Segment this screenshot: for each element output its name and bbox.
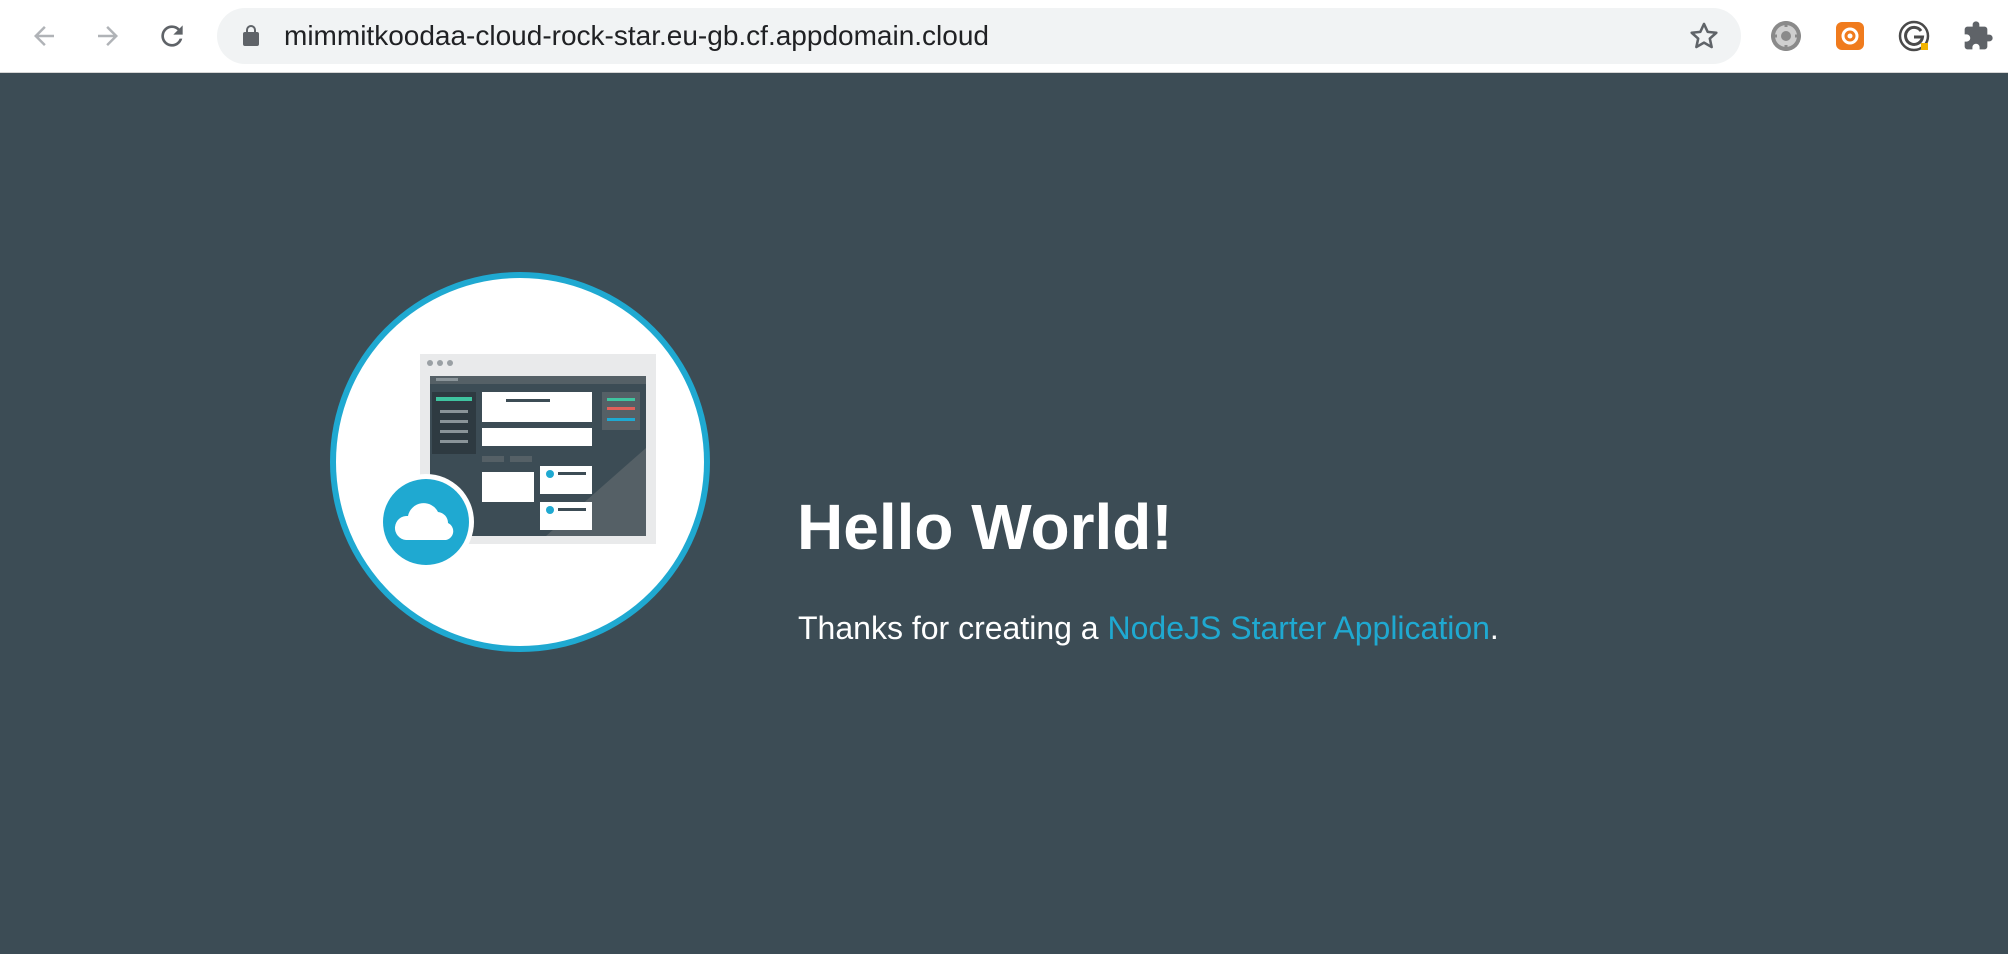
g-extension-icon [1898,20,1930,52]
forward-button[interactable] [82,10,134,62]
page-heading: Hello World! [797,491,1173,563]
message-prefix: Thanks for creating a [798,610,1108,646]
address-bar[interactable]: mimmitkoodaa-cloud-rock-star.eu-gb.cf.ap… [217,8,1741,64]
gear-extension-icon [1771,21,1801,51]
reload-button[interactable] [146,10,198,62]
extensions-button[interactable] [1958,16,1998,56]
puzzle-icon [1964,21,1993,50]
nodejs-starter-link[interactable]: NodeJS Starter Application [1107,610,1489,646]
star-icon[interactable] [1687,19,1721,53]
gear-extension-button[interactable] [1766,16,1806,56]
back-button[interactable] [18,10,70,62]
lock-icon [243,25,259,46]
reload-icon [161,25,183,47]
orange-extension-button[interactable] [1830,16,1870,56]
arrow-left-icon [34,26,54,46]
browser-toolbar: mimmitkoodaa-cloud-rock-star.eu-gb.cf.ap… [0,0,2008,73]
welcome-message: Thanks for creating a NodeJS Starter App… [798,606,1499,650]
g-extension-button[interactable] [1894,16,1934,56]
url-text[interactable]: mimmitkoodaa-cloud-rock-star.eu-gb.cf.ap… [284,8,989,64]
orange-extension-icon [1836,22,1864,50]
message-suffix: . [1489,610,1499,646]
arrow-right-icon [98,26,118,46]
app-illustration [330,272,710,652]
